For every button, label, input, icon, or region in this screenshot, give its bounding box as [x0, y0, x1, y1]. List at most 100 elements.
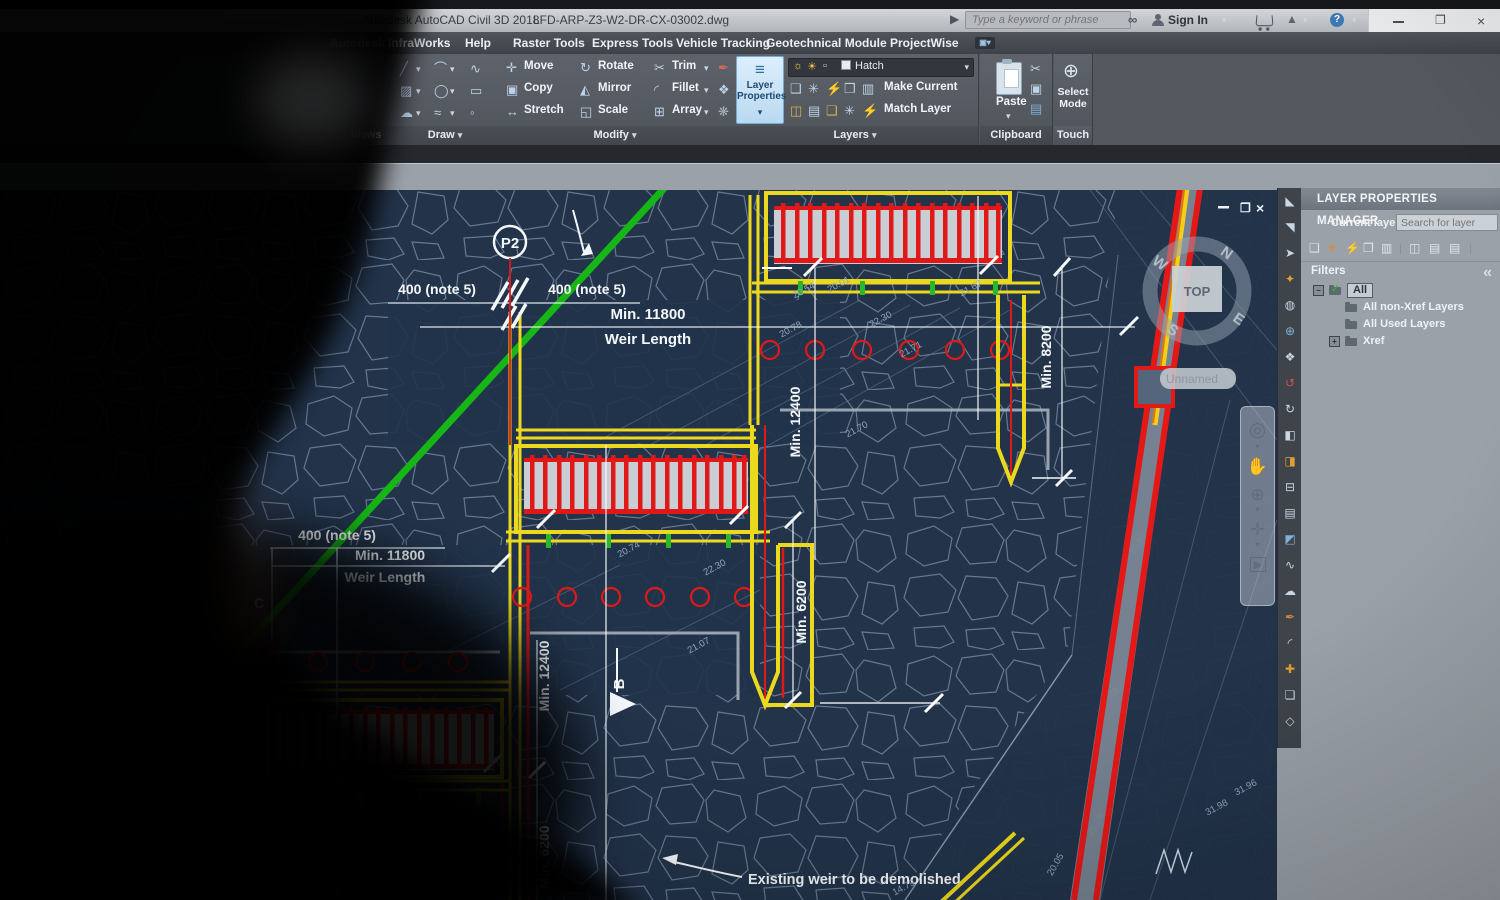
panel-clipboard-label[interactable]: Clipboard [980, 126, 1052, 145]
new-property-filter-icon[interactable]: ◫ [1409, 241, 1420, 255]
copy-icon[interactable]: ▣ [506, 83, 518, 96]
panel-draw-label[interactable]: Draw ▾ [392, 126, 498, 145]
paste-icon[interactable] [996, 62, 1022, 95]
new-vp-frozen-layer-icon[interactable]: ✳ [1327, 241, 1337, 255]
scale-button[interactable]: Scale [598, 104, 628, 116]
layer-unlock-icon[interactable]: ▫ [823, 60, 827, 72]
layer-combo-dropdown-icon[interactable]: ▾ [964, 62, 969, 73]
layer-tool-icon[interactable]: ▥ [862, 82, 874, 95]
toolbar-icon[interactable]: ◣ [1278, 188, 1302, 214]
trim-dropdown-icon[interactable]: ▾ [704, 64, 709, 73]
array-dropdown-icon[interactable]: ▾ [704, 108, 709, 117]
line-icon[interactable]: ╱ [400, 62, 408, 75]
circle-dropdown-icon[interactable]: ▾ [450, 87, 455, 96]
layer-select-combo[interactable]: ☼ ☀ ▫ Hatch ▾ [788, 58, 974, 77]
toolbar-icon[interactable]: ↻ [1278, 396, 1302, 422]
toolbar-icon[interactable]: ➤ [1278, 240, 1302, 266]
layer-tool-icon[interactable]: ❑ [790, 82, 802, 95]
toolbar-icon[interactable]: ↺ [1278, 370, 1302, 396]
mirror-button[interactable]: Mirror [598, 82, 631, 94]
restore-button[interactable]: ❐ [1435, 13, 1446, 27]
search-expand-icon[interactable]: ▶ [950, 12, 959, 26]
toolbar-icon[interactable]: ⊕ [1278, 318, 1302, 344]
revcloud-dropdown-icon[interactable]: ▾ [416, 109, 421, 118]
paste-special-icon[interactable]: ▤ [1030, 102, 1042, 115]
toolbar-icon[interactable]: ◥ [1278, 214, 1302, 240]
cut-icon[interactable]: ✂ [1030, 62, 1041, 75]
match-properties-brush-icon[interactable]: ✒ [718, 61, 729, 74]
infocenter-search-input[interactable] [965, 11, 1131, 29]
panel-modify-label[interactable]: Modify ▾ [498, 126, 732, 145]
layer-tool-icon[interactable]: ⚡ [862, 104, 878, 117]
pan-icon[interactable]: ✋ [1241, 457, 1274, 477]
panel-layers-label[interactable]: Layers ▾ [732, 126, 978, 145]
toolbar-icon[interactable]: ❖ [1278, 344, 1302, 370]
toolbar-icon[interactable]: ◜ [1278, 630, 1302, 656]
tree-label-xref[interactable]: Xref [1363, 335, 1384, 347]
menu-infraworks[interactable]: Autodesk InfraWorks [330, 36, 450, 50]
stretch-button[interactable]: Stretch [524, 104, 564, 116]
viewcube-ucs-menu[interactable]: Unnamed [1160, 368, 1236, 389]
explode-icon[interactable]: ❋ [718, 105, 729, 118]
array-button[interactable]: Array [672, 104, 702, 116]
toolbar-icon[interactable]: ☁ [1278, 578, 1302, 604]
tree-label-used[interactable]: All Used Layers [1363, 318, 1446, 330]
toolbar-icon[interactable]: ∿ [1278, 552, 1302, 578]
toolbar-icon[interactable]: ◍ [1278, 292, 1302, 318]
viewcube-top-face[interactable]: TOP [1184, 284, 1211, 299]
sign-in-button[interactable]: Sign In [1168, 13, 1208, 27]
autodesk-app-icon[interactable]: ▲ [1286, 12, 1298, 26]
menu-vehicle-tracking[interactable]: Vehicle Tracking [676, 36, 770, 50]
tree-item-all[interactable]: − ✓ All [1301, 282, 1500, 299]
layer-tool-icon[interactable]: ❒ [844, 82, 856, 95]
revcloud-icon[interactable]: ☁ [400, 106, 413, 119]
toolbar-icon[interactable]: ◇ [1278, 708, 1302, 734]
fillet-button[interactable]: Fillet [672, 82, 699, 94]
spline-icon[interactable]: ≈ [434, 106, 441, 119]
layer-on-bulb-icon[interactable]: ☼ [793, 60, 803, 72]
ucs-label[interactable]: Unnamed [1166, 372, 1218, 386]
expand-node-icon[interactable]: + [1329, 336, 1340, 347]
doc-restore-button[interactable]: ❐ [1240, 201, 1251, 215]
layer-properties-button[interactable]: ≡ Layer Properties ▾ [736, 56, 784, 124]
polyline-icon[interactable]: ∿ [470, 62, 481, 75]
fillet-icon[interactable]: ◜ [654, 83, 659, 96]
toolbar-icon[interactable]: ⊟ [1278, 474, 1302, 500]
array-icon[interactable]: ⊞ [654, 105, 665, 118]
showmotion-icon[interactable]: ▶ [1250, 557, 1266, 572]
layer-thaw-sun-icon[interactable]: ☀ [807, 60, 817, 73]
close-button[interactable]: × [1477, 13, 1485, 29]
fillet-dropdown-icon[interactable]: ▾ [704, 86, 709, 95]
toolbar-icon[interactable]: ▤ [1278, 500, 1302, 526]
tree-item-used[interactable]: All Used Layers [1301, 316, 1500, 333]
panel-touch-label[interactable]: Touch [1054, 126, 1092, 145]
wheel-dropdown-icon[interactable]: ▾ [1241, 442, 1274, 451]
orbit-dropdown-icon[interactable]: ▾ [1241, 540, 1274, 549]
layer-states-icon[interactable]: ▥ [1381, 241, 1392, 255]
select-mode-crosshair-icon[interactable]: ⊕ [1063, 62, 1079, 81]
trim-button[interactable]: Trim [672, 60, 696, 72]
doc-close-button[interactable]: × [1256, 200, 1264, 216]
spline-dropdown-icon[interactable]: ▾ [450, 109, 455, 118]
toolbar-icon[interactable]: ❏ [1278, 682, 1302, 708]
circle-icon[interactable]: ◯ [434, 84, 449, 97]
delete-layer-icon[interactable]: ⚡ [1345, 241, 1360, 255]
tree-item-non-xref[interactable]: All non-Xref Layers [1301, 299, 1500, 316]
menu-raster-tools[interactable]: Raster Tools [513, 36, 585, 50]
help-dropdown-icon[interactable]: ▾ [1352, 15, 1357, 26]
point-icon[interactable]: ◦ [470, 106, 475, 119]
layer-tool-icon[interactable]: ◫ [790, 104, 802, 117]
layer-color-swatch[interactable] [841, 60, 851, 70]
paste-dropdown-icon[interactable]: ▾ [1006, 112, 1011, 121]
toolbar-icon[interactable]: ✚ [1278, 656, 1302, 682]
hatch-icon[interactable]: ▨ [400, 84, 412, 97]
3d-box-icon[interactable]: ❖ [718, 83, 730, 96]
layer-tool-icon[interactable]: ✳ [808, 82, 819, 95]
mirror-icon[interactable]: ◭ [580, 83, 590, 96]
tree-label-non-xref[interactable]: All non-Xref Layers [1363, 301, 1464, 313]
new-layer-icon[interactable]: ❑ [1309, 241, 1320, 255]
menu-help[interactable]: Help [465, 36, 491, 50]
select-mode-button[interactable]: Select Mode [1057, 86, 1089, 110]
layer-search-input[interactable] [1396, 214, 1498, 231]
move-icon[interactable]: ✛ [506, 61, 517, 74]
